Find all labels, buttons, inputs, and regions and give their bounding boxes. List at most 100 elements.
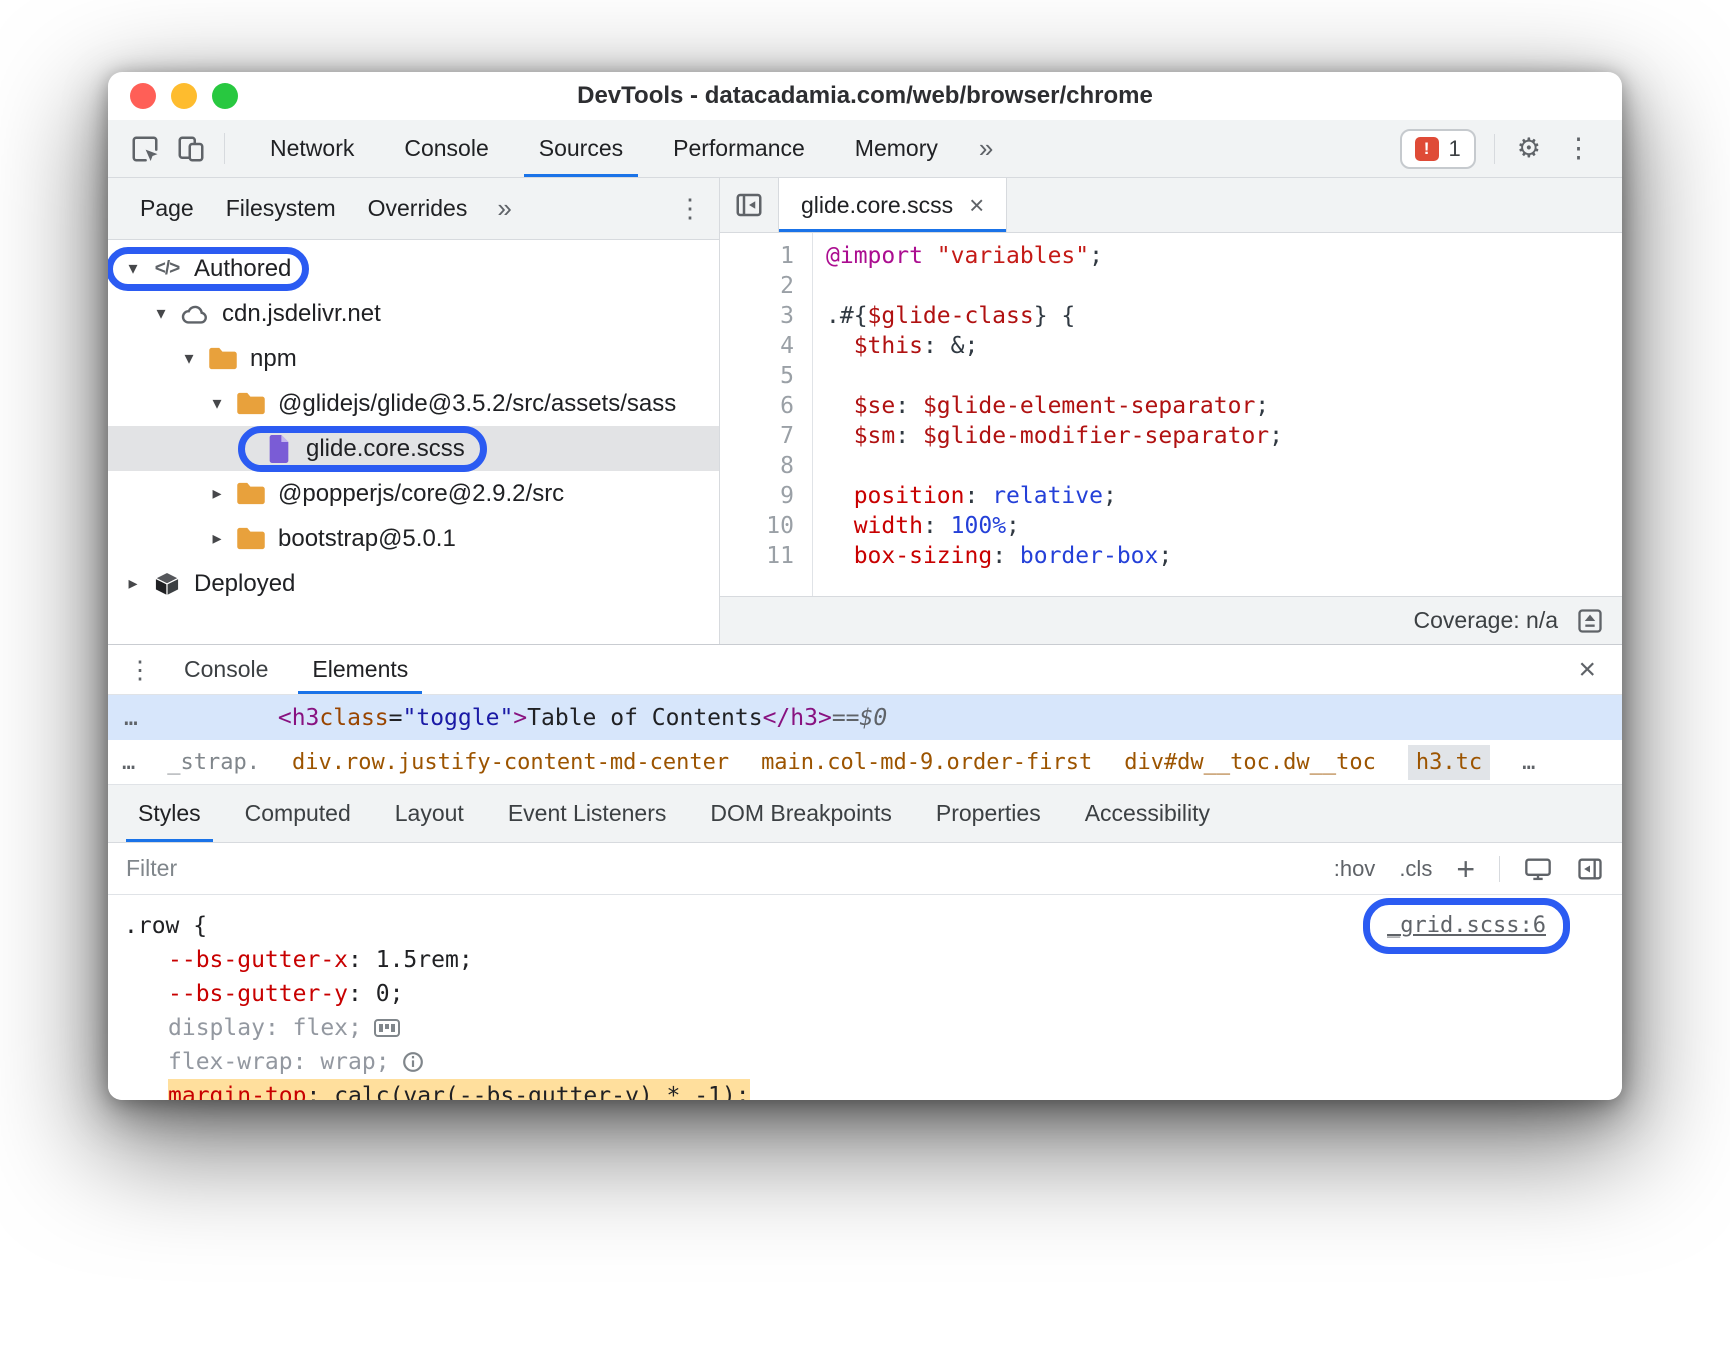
line-number[interactable]: 5	[720, 361, 812, 391]
breadcrumb-overflow-left[interactable]: …	[122, 750, 135, 775]
navigator-tab-page[interactable]: Page	[124, 178, 210, 239]
style-declaration[interactable]: display: flex;	[124, 1011, 1604, 1045]
new-style-rule-button[interactable]: +	[1456, 853, 1475, 885]
style-declaration[interactable]: --bs-gutter-x: 1.5rem;	[124, 943, 1604, 977]
navigator-pane: PageFilesystemOverrides » ⋮ ▾</>Authored…	[108, 178, 720, 644]
editor-pane: glide.core.scss × 1@import "variables";2…	[720, 178, 1622, 644]
toolbar-tab-memory[interactable]: Memory	[830, 120, 963, 177]
editor-tab-glide-core-scss[interactable]: glide.core.scss ×	[778, 178, 1007, 232]
tree-item-label: Deployed	[194, 570, 295, 598]
sidebar-tab-dom-breakpoints[interactable]: DOM Breakpoints	[688, 785, 914, 842]
collapsed-arrow-icon[interactable]: ▸	[202, 483, 232, 504]
navigator-tab-filesystem[interactable]: Filesystem	[210, 178, 352, 239]
toggle-navigator-button[interactable]	[720, 178, 778, 232]
flex-editor-icon[interactable]	[374, 1019, 400, 1037]
close-tab-button[interactable]: ×	[969, 190, 984, 221]
navigator-more-tabs-button[interactable]: »	[483, 193, 525, 224]
code-line: 6 $se: $glide-element-separator;	[720, 391, 1622, 421]
close-window-button[interactable]	[130, 83, 156, 109]
tree-item-bootstrap-5-0-1[interactable]: ▸bootstrap@5.0.1	[108, 516, 719, 561]
style-declaration[interactable]: margin-top: calc(var(--bs-gutter-y) * -1…	[124, 1079, 1604, 1100]
tree-item-label: @glidejs/glide@3.5.2/src/assets/sass	[278, 390, 676, 418]
line-number[interactable]: 4	[720, 331, 812, 361]
inspect-element-button[interactable]	[122, 120, 168, 177]
error-badge[interactable]: ! 1	[1400, 129, 1476, 169]
drawer-menu-button[interactable]: ⋮	[118, 645, 162, 694]
breadcrumb-item[interactable]: div#dw__toc.dw__toc	[1124, 750, 1376, 775]
device-toolbar-button[interactable]	[168, 120, 214, 177]
tree-item-npm[interactable]: ▾npm	[108, 336, 719, 381]
style-source-link[interactable]: _grid.scss:6	[1387, 909, 1546, 943]
sidebar-tab-accessibility[interactable]: Accessibility	[1063, 785, 1232, 842]
style-declaration[interactable]: --bs-gutter-y: 0;	[124, 977, 1604, 1011]
line-number[interactable]: 8	[720, 451, 812, 481]
sidebar-tab-layout[interactable]: Layout	[373, 785, 486, 842]
sidebar-toggle-icon[interactable]	[1576, 855, 1604, 883]
breadcrumb-item[interactable]: div.row.justify-content-md-center	[292, 750, 729, 775]
devtools-window: DevTools - datacadamia.com/web/browser/c…	[108, 72, 1622, 1100]
line-number[interactable]: 2	[720, 271, 812, 301]
sidebar-tab-styles[interactable]: Styles	[116, 785, 223, 842]
close-drawer-button[interactable]: ×	[1578, 653, 1612, 687]
sources-panel: PageFilesystemOverrides » ⋮ ▾</>Authored…	[108, 178, 1622, 645]
toolbar-tab-sources[interactable]: Sources	[514, 120, 648, 177]
devtools-menu-button[interactable]: ⋮	[1561, 133, 1596, 164]
sidebar-tab-properties[interactable]: Properties	[914, 785, 1063, 842]
minimize-window-button[interactable]	[171, 83, 197, 109]
line-number[interactable]: 11	[720, 541, 812, 571]
panel-left-icon	[734, 190, 764, 220]
breadcrumb-item[interactable]: _strap.	[167, 750, 260, 775]
tree-item-deployed[interactable]: ▸ Deployed	[108, 561, 719, 606]
expanded-arrow-icon[interactable]: ▾	[118, 258, 148, 279]
sidebar-tab-computed[interactable]: Computed	[223, 785, 373, 842]
code-text: $se: $glide-element-separator;	[812, 391, 1269, 421]
settings-button[interactable]: ⚙	[1513, 133, 1545, 164]
line-number[interactable]: 9	[720, 481, 812, 511]
line-number[interactable]: 10	[720, 511, 812, 541]
code-editor[interactable]: 1@import "variables";23.#{$glide-class} …	[720, 233, 1622, 596]
breadcrumb-overflow-right[interactable]: …	[1522, 750, 1535, 775]
collapsed-arrow-icon[interactable]: ▸	[118, 573, 148, 594]
collapsed-arrow-icon[interactable]: ▸	[202, 528, 232, 549]
toggle-element-state-button[interactable]: :hov	[1334, 856, 1376, 882]
info-icon[interactable]	[402, 1051, 424, 1073]
toolbar-tab-performance[interactable]: Performance	[648, 120, 830, 177]
breadcrumb-item[interactable]: main.col-md-9.order-first	[761, 750, 1092, 775]
selected-dom-element-row[interactable]: … <h3 class="toggle">Table of Contents</…	[108, 695, 1622, 740]
maximize-window-button[interactable]	[212, 83, 238, 109]
file-icon	[260, 435, 298, 463]
tree-item--glidejs-glide-3-5-2-src-assets-sass[interactable]: ▾ @glidejs/glide@3.5.2/src/assets/sass	[108, 381, 719, 426]
more-panels-button[interactable]: »	[963, 120, 1009, 177]
toolbar-tab-console[interactable]: Console	[379, 120, 513, 177]
code-line: 10 width: 100%;	[720, 511, 1622, 541]
code-line: 2	[720, 271, 1622, 301]
tree-item-label: cdn.jsdelivr.net	[222, 300, 381, 328]
navigator-menu-button[interactable]: ⋮	[677, 193, 703, 224]
rendering-emulation-icon[interactable]	[1524, 855, 1552, 883]
toolbar-separator	[224, 133, 225, 164]
line-number[interactable]: 7	[720, 421, 812, 451]
editor-statusbar: Coverage: n/a	[720, 596, 1622, 644]
expanded-arrow-icon[interactable]: ▾	[146, 303, 176, 324]
css-selector[interactable]: .row {	[124, 909, 207, 943]
tree-item--popperjs-core-2-9-2-src[interactable]: ▸@popperjs/core@2.9.2/src	[108, 471, 719, 516]
styles-filter-input[interactable]	[126, 855, 1334, 882]
line-number[interactable]: 6	[720, 391, 812, 421]
element-classes-button[interactable]: .cls	[1399, 856, 1432, 882]
code-line: 1@import "variables";	[720, 241, 1622, 271]
toolbar-tab-network[interactable]: Network	[245, 120, 379, 177]
open-coverage-icon[interactable]	[1576, 607, 1604, 635]
drawer-tab-console[interactable]: Console	[162, 645, 290, 694]
style-declaration[interactable]: flex-wrap: wrap;	[124, 1045, 1604, 1079]
drawer-tab-elements[interactable]: Elements	[290, 645, 430, 694]
breadcrumb-item[interactable]: h3.tc	[1408, 745, 1490, 780]
tree-item-cdn-jsdelivr-net[interactable]: ▾ cdn.jsdelivr.net	[108, 291, 719, 336]
navigator-tab-overrides[interactable]: Overrides	[352, 178, 484, 239]
expanded-arrow-icon[interactable]: ▾	[202, 393, 232, 414]
expanded-arrow-icon[interactable]: ▾	[174, 348, 204, 369]
tree-item-authored[interactable]: ▾</>Authored	[108, 246, 719, 291]
tree-item-glide-core-scss[interactable]: glide.core.scss	[108, 426, 719, 471]
line-number[interactable]: 3	[720, 301, 812, 331]
line-number[interactable]: 1	[720, 241, 812, 271]
sidebar-tab-event-listeners[interactable]: Event Listeners	[486, 785, 689, 842]
